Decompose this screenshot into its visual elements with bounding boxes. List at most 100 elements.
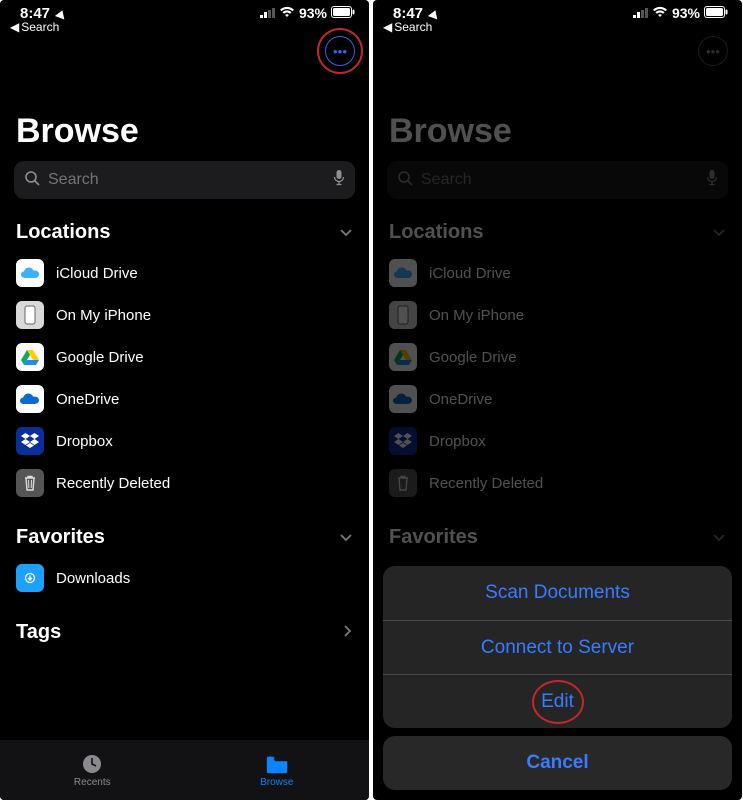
locations-list: iCloud Drive On My iPhone Google Drive O… (0, 252, 369, 504)
phone-right: 8:47 93% ◀ Search ••• Browse Locations (373, 0, 742, 800)
status-bar: 8:47 93% (373, 0, 742, 20)
more-options-button[interactable]: ••• (698, 36, 728, 66)
action-sheet: Scan Documents Connect to Server Edit Ca… (383, 566, 732, 790)
list-item-label: Dropbox (429, 433, 486, 450)
action-cancel[interactable]: Cancel (383, 736, 732, 790)
iphone-icon (389, 301, 417, 329)
list-item-label: Google Drive (56, 349, 144, 366)
back-to-search[interactable]: ◀ Search (373, 20, 742, 40)
dropbox-icon (16, 427, 44, 455)
location-item-dropbox[interactable]: Dropbox (0, 420, 369, 462)
tab-bar: Recents Browse (0, 740, 369, 800)
favorites-header[interactable]: Favorites (0, 526, 369, 549)
cellular-signal-icon (633, 8, 648, 18)
battery-icon (331, 5, 355, 21)
location-item-on-my-iphone: On My iPhone (373, 294, 742, 336)
favorites-list: Downloads (0, 557, 369, 599)
status-time: 8:47 (393, 5, 423, 22)
search-icon (24, 170, 40, 191)
wifi-icon (652, 5, 668, 21)
back-caret-icon: ◀ (10, 20, 19, 34)
list-item-label: Google Drive (429, 349, 517, 366)
location-item-icloud[interactable]: iCloud Drive (0, 252, 369, 294)
search-field (387, 161, 728, 199)
dropbox-icon (389, 427, 417, 455)
trash-icon (389, 469, 417, 497)
cellular-signal-icon (260, 8, 275, 18)
favorites-section: Favorites Downloads (0, 526, 369, 599)
tags-header[interactable]: Tags (0, 621, 369, 644)
downloads-folder-icon (16, 564, 44, 592)
list-item-label: On My iPhone (56, 307, 151, 324)
iphone-icon (16, 301, 44, 329)
battery-percent: 93% (299, 5, 327, 21)
search-field[interactable] (14, 161, 355, 199)
page-title: Browse (0, 84, 369, 161)
clock-icon (80, 753, 104, 775)
tab-recents[interactable]: Recents (0, 740, 185, 800)
tab-label: Browse (260, 777, 293, 788)
back-label: Search (21, 20, 59, 34)
action-connect-to-server[interactable]: Connect to Server (383, 620, 732, 674)
chevron-down-icon (712, 526, 726, 549)
battery-percent: 93% (672, 5, 700, 21)
chevron-right-icon (343, 621, 353, 644)
tab-browse[interactable]: Browse (185, 740, 370, 800)
action-sheet-group: Scan Documents Connect to Server Edit (383, 566, 732, 728)
list-item-label: Recently Deleted (429, 475, 543, 492)
favorites-header: Favorites (373, 526, 742, 549)
ellipsis-icon: ••• (706, 44, 720, 59)
locations-title: Locations (16, 221, 110, 244)
locations-header[interactable]: Locations (0, 221, 369, 244)
tags-title: Tags (16, 621, 61, 644)
location-item-dropbox: Dropbox (373, 420, 742, 462)
search-input[interactable] (48, 171, 325, 189)
favorite-item-downloads[interactable]: Downloads (0, 557, 369, 599)
list-item-label: OneDrive (56, 391, 119, 408)
back-to-search[interactable]: ◀ Search (0, 20, 369, 40)
location-services-icon (427, 5, 439, 22)
status-time: 8:47 (20, 5, 50, 22)
list-item-label: Recently Deleted (56, 475, 170, 492)
list-item-label: OneDrive (429, 391, 492, 408)
location-item-google-drive[interactable]: Google Drive (0, 336, 369, 378)
microphone-icon[interactable] (333, 169, 345, 192)
list-item-label: iCloud Drive (56, 265, 138, 282)
chevron-down-icon (339, 221, 353, 244)
chevron-down-icon (712, 221, 726, 244)
trash-icon (16, 469, 44, 497)
chevron-down-icon (339, 526, 353, 549)
icloud-icon (16, 259, 44, 287)
back-label: Search (394, 20, 432, 34)
locations-header: Locations (373, 221, 742, 244)
location-item-google-drive: Google Drive (373, 336, 742, 378)
page-title: Browse (373, 84, 742, 161)
action-scan-documents[interactable]: Scan Documents (383, 566, 732, 620)
search-icon (397, 170, 413, 191)
location-item-on-my-iphone[interactable]: On My iPhone (0, 294, 369, 336)
google-drive-icon (389, 343, 417, 371)
list-item-label: iCloud Drive (429, 265, 511, 282)
location-item-onedrive[interactable]: OneDrive (0, 378, 369, 420)
locations-section: Locations iCloud Drive On My iPhone Goog… (0, 221, 369, 504)
locations-title: Locations (389, 221, 483, 244)
action-sheet-cancel-group: Cancel (383, 736, 732, 790)
folder-icon (265, 753, 289, 775)
tags-section: Tags (0, 621, 369, 644)
list-item-label: Downloads (56, 570, 130, 587)
favorites-section: Favorites (373, 526, 742, 549)
location-item-onedrive: OneDrive (373, 378, 742, 420)
favorites-title: Favorites (16, 526, 105, 549)
more-options-button[interactable]: ••• (325, 36, 355, 66)
wifi-icon (279, 5, 295, 21)
search-input (421, 171, 698, 189)
battery-icon (704, 5, 728, 21)
locations-section: Locations iCloud Drive On My iPhone Goog… (373, 221, 742, 504)
action-edit[interactable]: Edit (383, 674, 732, 728)
phone-left: 8:47 93% ◀ Search ••• Browse Locations (0, 0, 369, 800)
locations-list: iCloud Drive On My iPhone Google Drive O… (373, 252, 742, 504)
list-item-label: On My iPhone (429, 307, 524, 324)
favorites-title: Favorites (389, 526, 478, 549)
location-services-icon (54, 5, 66, 22)
location-item-recently-deleted[interactable]: Recently Deleted (0, 462, 369, 504)
